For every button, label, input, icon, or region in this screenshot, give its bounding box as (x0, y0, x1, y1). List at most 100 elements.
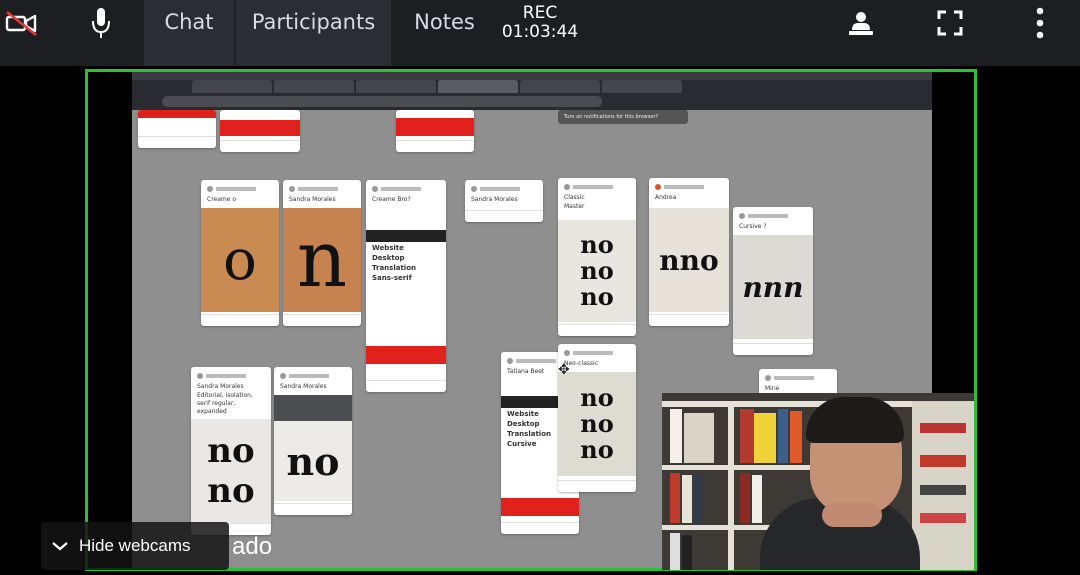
padlet-card (138, 110, 216, 148)
card-line: Sans-serif (372, 274, 412, 282)
card-line: Translation (372, 264, 416, 272)
card-title: Classic (564, 194, 585, 201)
more-vertical-icon[interactable] (1025, 0, 1055, 46)
card-title: Andrea (655, 194, 677, 201)
book (682, 535, 692, 570)
card-accent (396, 118, 474, 136)
padlet-card (396, 110, 474, 152)
card-photo: no no no (558, 372, 636, 476)
padlet-card: Andrea nno (649, 178, 729, 326)
card-photo: o (201, 208, 279, 312)
laptop-keyboard (274, 395, 352, 421)
fullscreen-icon[interactable] (930, 0, 970, 46)
card-title: Sandra Morales (471, 196, 518, 203)
book (694, 473, 702, 523)
notification-prompt: Turn on notifications for this browser? (558, 110, 688, 124)
card-author (289, 184, 355, 194)
card-title: Sandra Morales (289, 196, 336, 203)
padlet-card: Cursive ? nnn (733, 207, 813, 355)
card-photo: nnn (733, 235, 813, 339)
card-screenshot: Website Desktop Translation Sans-serif (366, 230, 446, 340)
card-photo: no no (191, 419, 271, 523)
browser-tab (356, 80, 436, 93)
book (670, 409, 682, 463)
video-off-icon[interactable] (2, 0, 40, 46)
book (920, 423, 966, 433)
card-footer (396, 140, 474, 152)
card-accent (501, 498, 579, 516)
book (920, 455, 966, 467)
tab-chat[interactable]: Chat (144, 0, 234, 66)
participant-name-overlay: ado (232, 533, 273, 560)
card-title: Cursive ? (739, 223, 767, 230)
card-footer (558, 324, 636, 336)
card-footer (138, 136, 216, 148)
card-accent (366, 346, 446, 364)
card-photo: no (274, 421, 352, 501)
card-author (372, 184, 440, 194)
book (684, 413, 714, 463)
card-footer (733, 343, 813, 355)
padlet-card: Creame Bro? Website Desktop Translation … (366, 180, 446, 392)
bookshelf (662, 465, 822, 470)
card-footer (649, 314, 729, 326)
card-author (765, 373, 831, 383)
card-author (280, 371, 346, 381)
card-photo: nno (649, 208, 729, 312)
url-field (162, 96, 602, 107)
person-hand (822, 503, 882, 527)
microphone-icon[interactable] (84, 0, 118, 46)
card-footer (558, 480, 636, 492)
card-footer (220, 140, 300, 152)
tab-participants[interactable]: Participants (236, 0, 391, 66)
bookshelf (728, 401, 734, 570)
book (682, 475, 692, 523)
card-footer (501, 522, 579, 534)
card-title: Sandra Morales (197, 383, 244, 390)
browser-tabs (132, 80, 932, 93)
recording-indicator: REC 01:03:44 (500, 4, 580, 42)
book (778, 409, 788, 463)
browser-urlbar (132, 93, 932, 110)
card-author (564, 182, 630, 192)
presenter-icon[interactable] (840, 0, 882, 46)
hide-webcams-button[interactable]: Hide webcams (41, 522, 229, 570)
card-author (655, 182, 723, 192)
card-author (471, 184, 537, 194)
slotype-header (366, 230, 446, 242)
book (740, 409, 754, 463)
card-author (739, 211, 807, 221)
book (790, 411, 802, 463)
browser-tab (438, 80, 518, 93)
card-title: Creame o (207, 196, 237, 203)
book (670, 473, 680, 523)
padlet-card: Creame o o (201, 180, 279, 326)
hide-webcams-label: Hide webcams (79, 536, 191, 555)
tab-label: Participants (251, 10, 376, 34)
card-footer (465, 210, 543, 222)
card-subtitle: Editorial, isolation, serif regular, exp… (197, 392, 253, 415)
move-cursor-icon: ✥ (558, 362, 570, 378)
tab-notes[interactable]: Notes (393, 0, 496, 66)
browser-tab (192, 80, 272, 93)
book (752, 475, 762, 523)
card-accent (220, 120, 300, 136)
card-title: Neo-classic (564, 360, 598, 367)
rec-time: 01:03:44 (501, 22, 579, 42)
book (920, 485, 966, 495)
card-author (207, 184, 273, 194)
card-title: Sandra Morales (280, 383, 327, 390)
card-author (197, 371, 265, 381)
book (670, 533, 680, 570)
share-margin-left (88, 72, 132, 568)
browser-tab (274, 80, 354, 93)
padlet-card: Sandra Morales Editorial, isolation, ser… (191, 367, 271, 535)
card-footer (366, 380, 446, 392)
rec-label: REC (522, 3, 558, 23)
meeting-toolbar: Chat Participants Notes REC 01:03:44 (0, 0, 1080, 66)
book (754, 413, 776, 463)
tab-label: Chat (164, 10, 214, 34)
browser-tab (520, 80, 600, 93)
card-author (564, 348, 630, 358)
padlet-card (220, 110, 300, 152)
